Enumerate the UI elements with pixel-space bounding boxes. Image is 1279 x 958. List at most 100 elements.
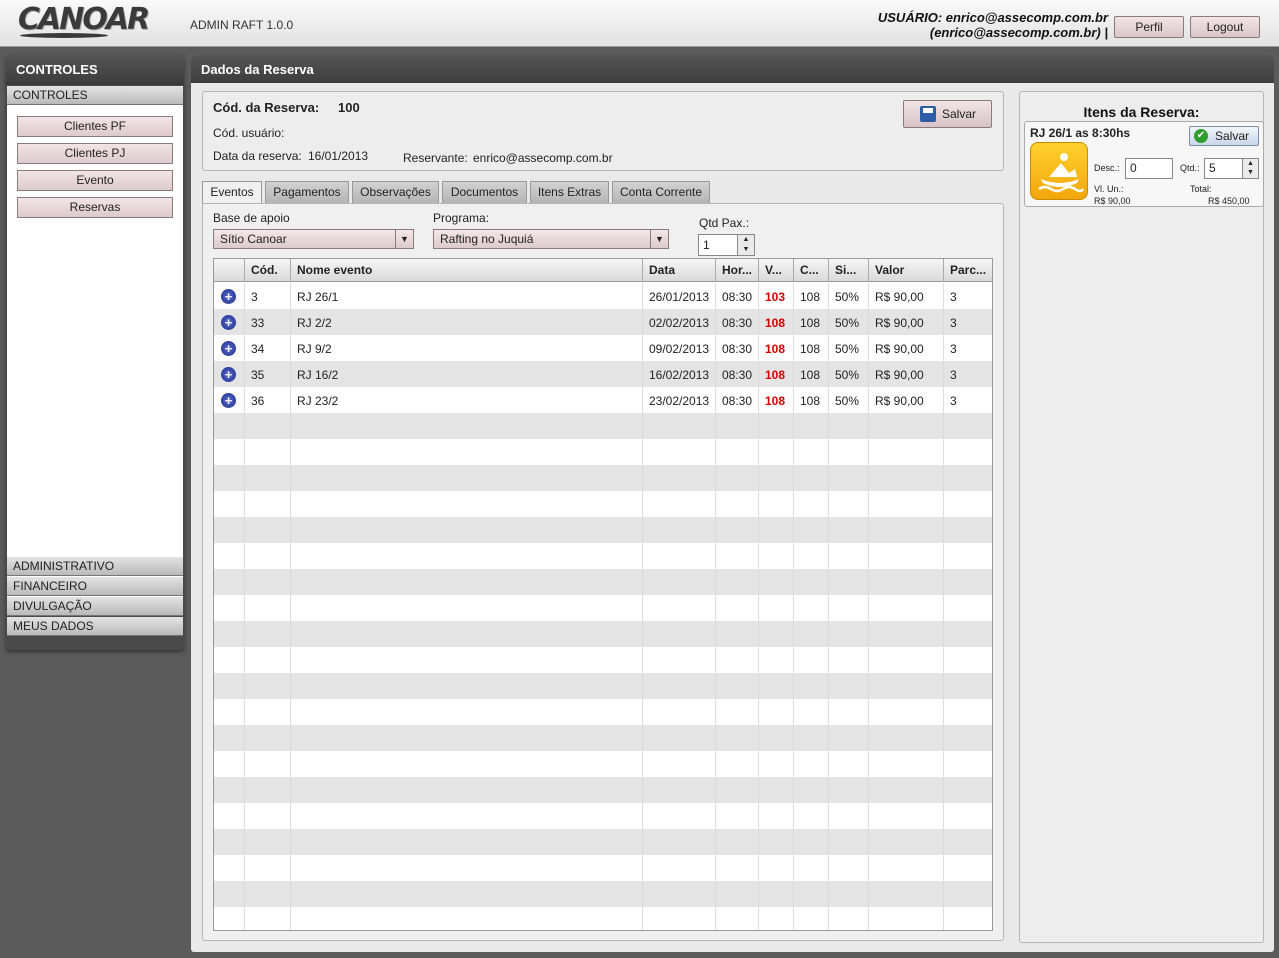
- column-header-name[interactable]: Nome evento: [291, 259, 643, 282]
- column-header-c[interactable]: C...: [794, 259, 829, 282]
- cell-name: [291, 881, 643, 907]
- cell-si: [829, 673, 869, 699]
- cell-c: [794, 465, 829, 491]
- cell-installments: [944, 907, 992, 930]
- sidebar-section-administrativo[interactable]: ADMINISTRATIVO: [7, 557, 183, 576]
- sidebar-section-divulgacao[interactable]: DIVULGAÇÃO: [7, 597, 183, 616]
- cell-code: [245, 881, 291, 907]
- cell-time: [716, 803, 759, 829]
- table-row[interactable]: +35 RJ 16/2 16/02/2013 08:30 108 108 50% R$ 90,…: [214, 361, 992, 387]
- column-header-installments[interactable]: Parc...: [944, 259, 992, 282]
- cell-code: [245, 543, 291, 569]
- spin-down-icon[interactable]: ▼: [1242, 168, 1258, 178]
- cell-value: [869, 647, 944, 673]
- cell-name: RJ 26/1: [291, 283, 643, 309]
- column-header-si[interactable]: Si...: [829, 259, 869, 282]
- base-select[interactable]: Sítio Canoar ▼: [213, 229, 414, 249]
- reservation-code: 100: [338, 100, 360, 115]
- save-item-button[interactable]: ✔ Salvar: [1189, 126, 1259, 146]
- add-circle-icon[interactable]: +: [221, 367, 236, 382]
- cell-name: [291, 595, 643, 621]
- table-row[interactable]: +3 RJ 26/1 26/01/2013 08:30 103 108 50% R$ 90,0…: [214, 283, 992, 309]
- cell-name: [291, 907, 643, 930]
- program-select[interactable]: Rafting no Juquiá ▼: [433, 229, 669, 249]
- cell-installments: 3: [950, 342, 957, 356]
- spin-down-icon[interactable]: ▼: [737, 245, 754, 255]
- tab-itens-extras[interactable]: Itens Extras: [530, 181, 609, 203]
- sidebar-section-meus-dados[interactable]: MEUS DADOS: [7, 617, 183, 636]
- cell-action: [214, 881, 245, 907]
- add-circle-icon[interactable]: +: [221, 315, 236, 330]
- cell-name: [291, 439, 643, 465]
- add-circle-icon[interactable]: +: [221, 289, 236, 304]
- cell-time: [716, 673, 759, 699]
- table-row[interactable]: +33 RJ 2/2 02/02/2013 08:30 108 108 50% R$ 90,0…: [214, 309, 992, 335]
- desc-input[interactable]: 0: [1125, 158, 1173, 179]
- reservas-button[interactable]: Reservas: [17, 197, 173, 218]
- tab-eventos[interactable]: Eventos: [202, 181, 262, 204]
- sidebar-section-financeiro[interactable]: FINANCEIRO: [7, 577, 183, 596]
- cell-installments: [944, 621, 992, 647]
- table-row[interactable]: +36 RJ 23/2 23/02/2013 08:30 108 108 50% R$ 90,…: [214, 387, 992, 413]
- cell-time: [716, 881, 759, 907]
- cell-name: [291, 803, 643, 829]
- cell-name: RJ 9/2: [291, 335, 643, 361]
- add-circle-icon[interactable]: +: [221, 393, 236, 408]
- cell-date: [643, 413, 716, 439]
- evento-button[interactable]: Evento: [17, 170, 173, 191]
- cell-action: [214, 621, 245, 647]
- cell-c: 108: [794, 309, 829, 335]
- cell-time: [716, 543, 759, 569]
- cell-time: 08:30: [716, 387, 759, 413]
- spin-up-icon[interactable]: ▲: [737, 235, 754, 245]
- profile-button[interactable]: Perfil: [1114, 16, 1184, 38]
- tab-observacoes[interactable]: Observações: [352, 181, 439, 203]
- table-row: [214, 907, 992, 930]
- cell-c: [794, 751, 829, 777]
- cell-name: [291, 517, 643, 543]
- column-header-time[interactable]: Hor...: [716, 259, 759, 282]
- column-header-v[interactable]: V...: [759, 259, 794, 282]
- table-row[interactable]: +34 RJ 9/2 09/02/2013 08:30 108 108 50% R$ 90,0…: [214, 335, 992, 361]
- clientes-pj-button[interactable]: Clientes PJ: [17, 143, 173, 164]
- cell-date: [643, 881, 716, 907]
- pax-stepper[interactable]: 1 ▲ ▼: [698, 234, 755, 256]
- cell-code: [245, 621, 291, 647]
- base-label: Base de apoio: [213, 211, 290, 225]
- cell-action: [214, 647, 245, 673]
- add-circle-icon[interactable]: +: [221, 341, 236, 356]
- cell-date: [643, 465, 716, 491]
- cell-c: [794, 439, 829, 465]
- cell-time: [716, 491, 759, 517]
- total-label: Total:: [1190, 184, 1212, 194]
- cell-c: [794, 543, 829, 569]
- column-header-code[interactable]: Cód.: [245, 259, 291, 282]
- main-title: Dados da Reserva: [191, 55, 1274, 83]
- cell-si: [829, 465, 869, 491]
- cell-si: 50%: [829, 361, 869, 387]
- cell-value: [869, 517, 944, 543]
- cell-value: [869, 465, 944, 491]
- cell-action: [214, 725, 245, 751]
- cell-action: [214, 517, 245, 543]
- column-header-date[interactable]: Data: [643, 259, 716, 282]
- cell-value: [869, 569, 944, 595]
- tab-documentos[interactable]: Documentos: [442, 181, 527, 203]
- cell-value: [869, 413, 944, 439]
- cell-name: RJ 16/2: [291, 361, 643, 387]
- cell-si: 50%: [829, 309, 869, 335]
- sidebar-section-controles[interactable]: CONTROLES: [7, 86, 183, 105]
- cell-v: [759, 569, 794, 595]
- logout-button[interactable]: Logout: [1190, 16, 1260, 38]
- save-reservation-button[interactable]: Salvar: [903, 100, 992, 128]
- booker-label: Reservante:: [403, 151, 468, 165]
- cell-date: 23/02/2013: [643, 387, 716, 413]
- tab-pagamentos[interactable]: Pagamentos: [265, 181, 349, 203]
- qty-stepper[interactable]: 5 ▲ ▼: [1204, 158, 1259, 179]
- tab-conta-corrente[interactable]: Conta Corrente: [612, 181, 710, 203]
- cell-si: 50%: [829, 335, 869, 361]
- cell-name: RJ 2/2: [291, 309, 643, 335]
- clientes-pf-button[interactable]: Clientes PF: [17, 116, 173, 137]
- cell-code: [245, 751, 291, 777]
- column-header-value[interactable]: Valor: [869, 259, 944, 282]
